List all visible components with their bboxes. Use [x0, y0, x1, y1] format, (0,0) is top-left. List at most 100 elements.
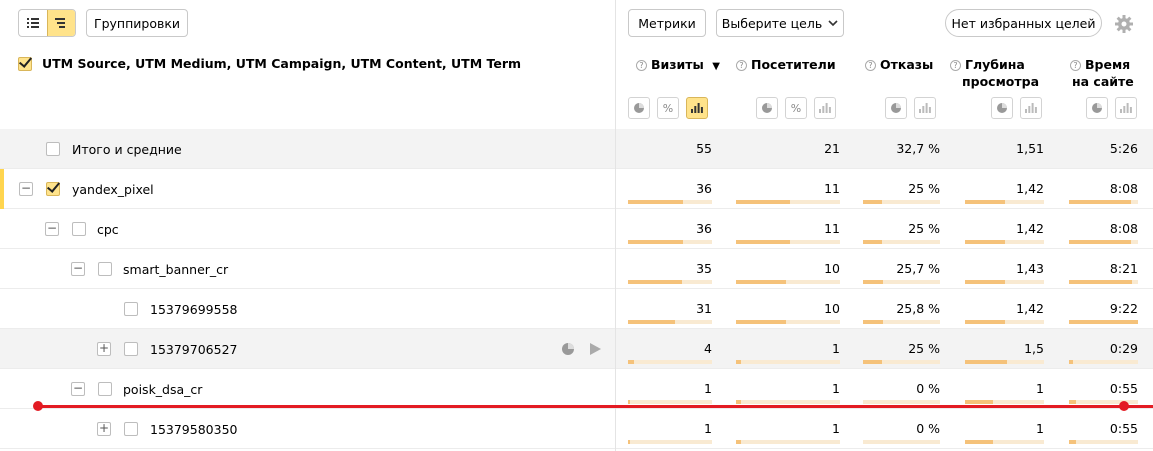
row-checkbox[interactable] [124, 302, 138, 316]
bar-fill [965, 240, 1005, 244]
bar-time [1069, 240, 1138, 244]
bar-chart-button[interactable] [1115, 97, 1137, 119]
pie-chart-button[interactable] [1086, 97, 1108, 119]
bar-fill [736, 400, 741, 404]
bar-visits [628, 280, 712, 284]
pie-chart-button[interactable] [628, 97, 650, 119]
row-checkbox[interactable] [72, 222, 86, 236]
pie-icon [634, 103, 644, 113]
bar-depth [965, 280, 1044, 284]
row-checkbox[interactable] [46, 142, 60, 156]
play-icon[interactable] [588, 342, 602, 356]
bar-fill [1069, 440, 1076, 444]
pie-chart-button[interactable] [756, 97, 778, 119]
column-bounce[interactable]: ? Отказы [865, 56, 933, 73]
help-icon[interactable]: ? [1070, 60, 1081, 71]
bar-depth [965, 240, 1044, 244]
column-visitors[interactable]: ? Посетители [736, 56, 836, 73]
bar-chart-button[interactable] [1020, 97, 1042, 119]
cell-depth: 1,42 [1016, 301, 1044, 316]
collapse-toggle[interactable]: − [45, 222, 59, 236]
bar-fill [965, 440, 993, 444]
bar-time [1069, 200, 1138, 204]
help-icon[interactable]: ? [865, 60, 876, 71]
cell-bounce: 25 % [908, 341, 940, 356]
list-view-button[interactable] [19, 10, 47, 36]
bars-icon [919, 103, 931, 113]
bar-fill [965, 280, 1005, 284]
bar-time [1069, 440, 1138, 444]
dimensions-header: UTM Source, UTM Medium, UTM Campaign, UT… [18, 56, 521, 71]
collapse-toggle[interactable]: − [71, 382, 85, 396]
select-all-checkbox[interactable] [18, 56, 32, 71]
metrics-button[interactable]: Метрики [628, 9, 706, 37]
cell-visits: 4 [704, 341, 712, 356]
bar-fill [736, 200, 790, 204]
table-row[interactable]: +15379580350 1 1 0 % 1 0:55 [0, 409, 1153, 449]
column-time[interactable]: ? Время на сайте [1070, 56, 1134, 90]
cell-time: 0:55 [1109, 421, 1138, 436]
table-row[interactable]: − yandex_pixel 36 11 25 % 1,42 8:08 [0, 169, 1153, 209]
help-icon[interactable]: ? [950, 60, 961, 71]
cell-visits: 55 [696, 141, 712, 156]
row-label: poisk_dsa_cr [123, 382, 203, 397]
row-label: 15379706527 [150, 342, 238, 357]
cell-time: 0:55 [1109, 381, 1138, 396]
help-icon[interactable]: ? [736, 60, 747, 71]
bar-chart-button[interactable] [814, 97, 836, 119]
row-checkbox[interactable] [98, 382, 112, 396]
tree-view-button[interactable] [46, 10, 75, 36]
column-visits[interactable]: ? Визиты ▼ [636, 56, 720, 75]
bar-visits [628, 200, 712, 204]
percent-button[interactable]: % [785, 97, 807, 119]
pie-icon [997, 103, 1007, 113]
totals-row[interactable]: Итого и средние 55 21 32,7 % 1,51 5:26 [0, 129, 1153, 169]
pie-chart-button[interactable] [885, 97, 907, 119]
goal-select[interactable]: Выберите цель [716, 9, 844, 37]
collapse-toggle[interactable]: − [71, 262, 85, 276]
column-depth[interactable]: ? Глубина просмотра [950, 56, 1039, 90]
cell-visits: 31 [696, 301, 712, 316]
gear-icon[interactable] [1114, 14, 1134, 34]
pie-icon[interactable] [561, 342, 575, 356]
table-row[interactable]: +15379706527 4 1 25 % 1,5 0:29 [0, 329, 1153, 369]
cell-bounce: 25,8 % [896, 301, 940, 316]
table-row[interactable]: − poisk_dsa_cr 1 1 0 % 1 0:55 [0, 369, 1153, 409]
help-icon[interactable]: ? [636, 60, 647, 71]
row-label: cpc [97, 222, 119, 237]
cell-depth: 1 [1036, 421, 1044, 436]
row-checkbox[interactable] [98, 262, 112, 276]
cell-depth: 1,42 [1016, 181, 1044, 196]
percent-icon: % [790, 101, 802, 115]
cell-bounce: 25 % [908, 221, 940, 236]
bar-fill [628, 240, 683, 244]
table-row[interactable]: 15379699558 31 10 25,8 % 1,42 9:22 [0, 289, 1153, 329]
percent-button[interactable]: % [657, 97, 679, 119]
cell-bounce: 25,7 % [896, 261, 940, 276]
pie-chart-button[interactable] [991, 97, 1013, 119]
bar-chart-button[interactable] [686, 97, 708, 119]
table-row[interactable]: − cpc 36 11 25 % 1,42 8:08 [0, 209, 1153, 249]
bar-visits [628, 320, 712, 324]
groupings-button[interactable]: Группировки [86, 9, 188, 37]
expand-toggle[interactable]: + [97, 342, 111, 356]
bar-fill [628, 400, 630, 404]
expand-toggle[interactable]: + [97, 422, 111, 436]
cell-time: 8:21 [1109, 261, 1138, 276]
bar-fill [628, 280, 682, 284]
bar-fill [863, 280, 883, 284]
cell-visitors: 11 [824, 221, 840, 236]
bar-visitors [736, 240, 840, 244]
table-row[interactable]: − smart_banner_cr 35 10 25,7 % 1,43 8:21 [0, 249, 1153, 289]
bar-fill [736, 240, 790, 244]
collapse-toggle[interactable]: − [19, 182, 33, 196]
favorite-goals-button[interactable]: Нет избранных целей [945, 9, 1102, 37]
row-checkbox[interactable] [46, 182, 60, 196]
bar-visitors [736, 200, 840, 204]
bar-fill [863, 200, 882, 204]
cell-visits: 36 [696, 221, 712, 236]
row-checkbox[interactable] [124, 342, 138, 356]
bar-chart-button[interactable] [914, 97, 936, 119]
row-checkbox[interactable] [124, 422, 138, 436]
bar-visits [628, 240, 712, 244]
